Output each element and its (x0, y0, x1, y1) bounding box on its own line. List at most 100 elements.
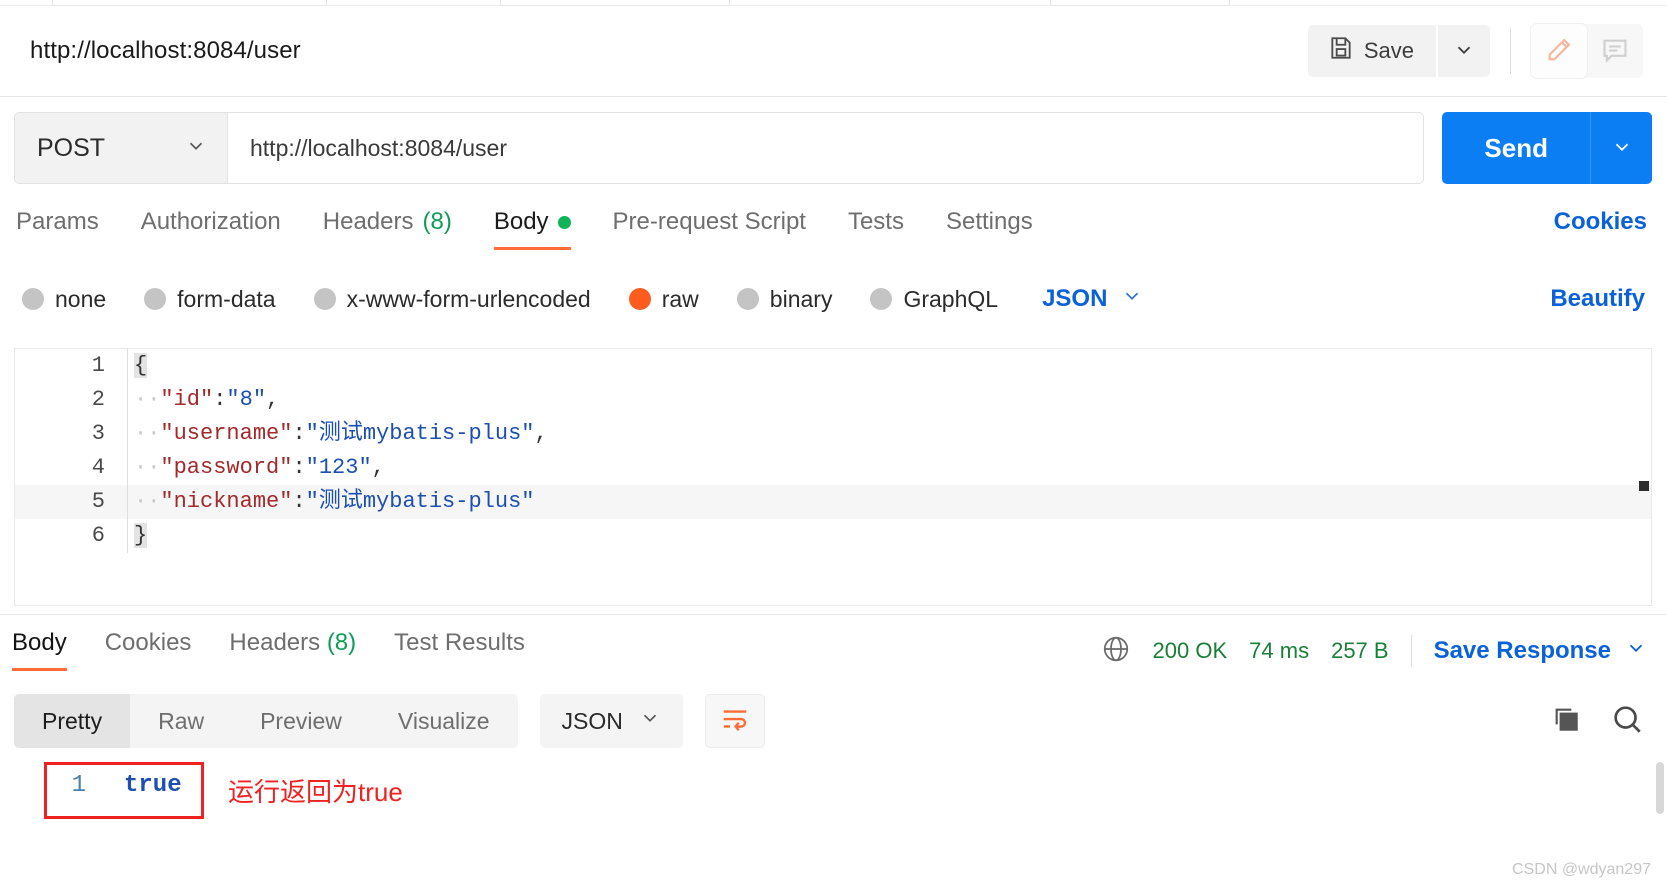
response-tab-cookies[interactable]: Cookies (105, 629, 192, 673)
save-button-label: Save (1363, 38, 1414, 63)
save-button[interactable]: Save (1307, 25, 1436, 77)
copy-icon (1550, 708, 1582, 739)
raw-format-select[interactable]: JSON (1042, 285, 1143, 314)
body-type-none[interactable]: none (22, 286, 106, 313)
send-group: Send (1442, 112, 1652, 184)
code-indent: ·· (134, 421, 161, 446)
response-scrollbar[interactable] (1656, 762, 1664, 814)
request-body-editor[interactable]: 1 { 2 ··"id":"8", 3 ··"username":"测试myba… (14, 348, 1652, 606)
save-options-button[interactable] (1438, 25, 1490, 77)
tab-label: Headers (322, 208, 414, 235)
body-type-graphql[interactable]: GraphQL (870, 286, 998, 313)
send-options-button[interactable] (1590, 112, 1652, 184)
annotation-text: 运行返回为true (228, 777, 403, 807)
body-type-binary[interactable]: binary (736, 285, 833, 313)
code-value: "测试mybatis-plus" (305, 421, 535, 446)
copy-button[interactable] (1550, 703, 1582, 740)
line-number: 1 (91, 353, 105, 378)
floppy-disk-icon (1328, 35, 1354, 67)
request-tabs: Params Authorization Headers (8) Body Pr… (0, 202, 1667, 260)
response-status-group: 200 OK 74 ms 257 B Save Response (1101, 634, 1667, 669)
response-view-segmented: Pretty Raw Preview Visualize (14, 694, 518, 748)
method-select[interactable]: POST (14, 112, 228, 184)
line-number: 2 (91, 387, 105, 412)
header-icon-group (1531, 24, 1643, 78)
line-number: 4 (91, 455, 105, 480)
search-button[interactable] (1610, 702, 1644, 741)
tab-pre-request-script[interactable]: Pre-request Script (613, 202, 806, 254)
code-key: "username" (160, 421, 293, 446)
wrap-lines-icon (720, 704, 750, 739)
code-line: 3 ··"username":"测试mybatis-plus", (15, 417, 1651, 451)
radio-selected-icon (628, 288, 651, 310)
body-type-label: x-www-form-urlencoded (346, 285, 591, 312)
tab-settings[interactable]: Settings (946, 202, 1033, 254)
tab-label: Settings (945, 208, 1033, 235)
view-visualize[interactable]: Visualize (370, 694, 518, 748)
body-type-x-www-form-urlencoded[interactable]: x-www-form-urlencoded (313, 285, 591, 313)
body-type-label: none (55, 285, 107, 312)
code-punct: { (134, 353, 148, 378)
request-header: http://localhost:8084/user Save (0, 6, 1667, 97)
code-line: 6 } (15, 519, 1651, 553)
tab-params[interactable]: Params (16, 202, 99, 254)
body-type-raw[interactable]: raw (628, 285, 699, 313)
globe-icon (1101, 634, 1131, 669)
response-tab-label: Cookies (104, 629, 192, 656)
chevron-down-icon (639, 707, 661, 735)
postman-window: http://localhost:8084/user Save POST htt… (0, 0, 1667, 887)
code-key: "password" (160, 455, 293, 480)
page-title: http://localhost:8084/user (30, 37, 301, 64)
line-number: 3 (91, 421, 105, 446)
tab-authorization[interactable]: Authorization (141, 202, 281, 254)
editor-scrollbar[interactable] (1639, 481, 1649, 491)
body-type-label: form-data (177, 285, 276, 312)
code-indent: ·· (134, 387, 161, 412)
line-number: 1 (71, 772, 86, 799)
response-size: 257 B (1331, 638, 1389, 663)
code-line: 4 ··"password":"123", (15, 451, 1651, 485)
raw-format-label: JSON (1042, 285, 1108, 312)
tab-headers-count: (8) (422, 208, 452, 235)
url-input[interactable] (228, 112, 1425, 184)
code-value: "8" (226, 387, 267, 412)
save-response-button[interactable]: Save Response (1434, 637, 1647, 666)
chevron-down-icon (185, 135, 207, 162)
body-filled-indicator-icon (557, 215, 571, 229)
url-bar: POST Send (14, 112, 1652, 184)
code-value: "123" (305, 455, 372, 480)
tab-label: Tests (847, 208, 904, 235)
response-tab-test-results[interactable]: Test Results (394, 629, 525, 673)
tab-body[interactable]: Body (493, 202, 571, 254)
edit-request-button[interactable] (1531, 24, 1587, 78)
tab-headers[interactable]: Headers (8) (323, 202, 452, 254)
cookies-link[interactable]: Cookies (1554, 202, 1647, 236)
method-label: POST (37, 133, 106, 162)
wrap-lines-button[interactable] (704, 694, 765, 748)
radio-icon (22, 288, 44, 310)
comment-button[interactable] (1587, 24, 1643, 78)
save-response-label: Save Response (1433, 637, 1611, 664)
send-button[interactable]: Send (1442, 112, 1590, 184)
search-icon (1610, 705, 1644, 740)
response-tab-headers[interactable]: Headers (8) (229, 629, 356, 673)
radio-icon (144, 288, 167, 310)
response-format-select[interactable]: JSON (539, 694, 683, 748)
beautify-button[interactable]: Beautify (1550, 285, 1645, 313)
response-tab-bar: Body Cookies Headers (8) Test Results 20… (0, 622, 1667, 680)
view-raw[interactable]: Raw (130, 694, 232, 748)
view-pretty[interactable]: Pretty (14, 694, 131, 748)
body-type-row: none form-data x-www-form-urlencoded raw… (0, 272, 1667, 326)
body-type-label: raw (661, 285, 699, 312)
code-punct: , (534, 421, 548, 446)
view-preview[interactable]: Preview (232, 694, 370, 748)
response-tab-body[interactable]: Body (12, 629, 67, 673)
body-type-form-data[interactable]: form-data (144, 285, 276, 313)
response-tab-label: Test Results (394, 629, 525, 656)
response-time: 74 ms (1249, 638, 1310, 663)
body-type-label: binary (769, 285, 833, 312)
tab-tests[interactable]: Tests (848, 202, 904, 254)
chevron-down-icon (1625, 637, 1647, 666)
response-tools (1550, 702, 1652, 741)
response-format-toolbar: Pretty Raw Preview Visualize JSON (14, 694, 1652, 748)
